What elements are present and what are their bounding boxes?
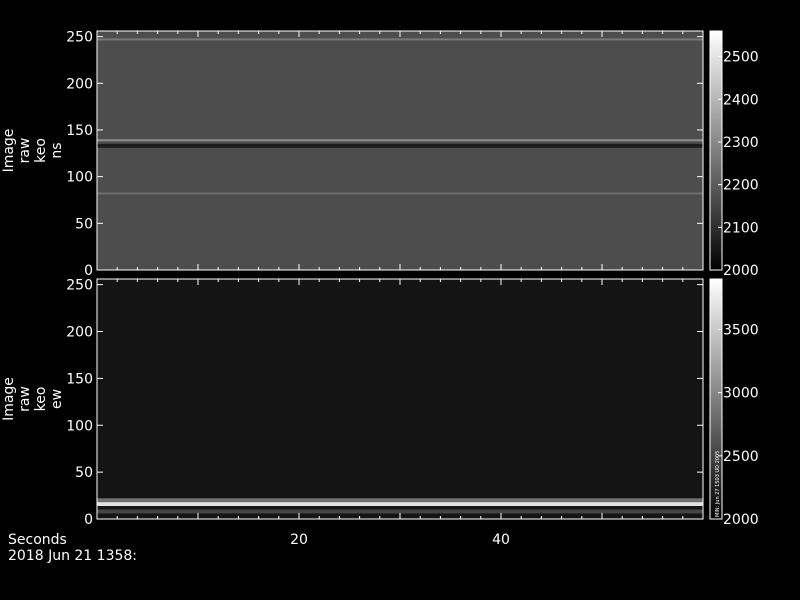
y-tick-label: 150 bbox=[66, 371, 93, 387]
y-axis-label-line: raw bbox=[17, 138, 33, 164]
y-axis-label-line: raw bbox=[17, 386, 33, 412]
colorbar-tick-label: 2500 bbox=[723, 50, 759, 66]
y-tick-label: 50 bbox=[75, 465, 93, 481]
y-axis-label-line: Image bbox=[1, 129, 17, 173]
y-tick-label: 100 bbox=[66, 418, 93, 434]
colorbar bbox=[709, 30, 723, 271]
y-tick-label: 100 bbox=[66, 170, 93, 186]
heatmap-feature-3 bbox=[97, 192, 703, 195]
colorbar-tick-label: 2200 bbox=[723, 178, 759, 194]
colorbar-tick-label: 2000 bbox=[723, 263, 759, 279]
y-tick-label: 50 bbox=[75, 216, 93, 232]
timestamp: 2018 Jun 21 1358: bbox=[8, 548, 137, 564]
heatmap-feature-2 bbox=[97, 498, 703, 503]
y-axis-label-line: keo bbox=[33, 387, 49, 412]
y-tick-label: 0 bbox=[84, 512, 93, 528]
colorbar-tick-label: 2000 bbox=[723, 512, 759, 528]
colorbar-tick-label: 2300 bbox=[723, 135, 759, 151]
heatmap-feature-1 bbox=[97, 139, 703, 142]
y-tick-label: 250 bbox=[66, 278, 93, 294]
x-tick-label: 20 bbox=[290, 532, 308, 548]
y-tick-label: 250 bbox=[66, 30, 93, 46]
x-tick-label: 40 bbox=[492, 532, 510, 548]
y-axis-label-line: keo bbox=[33, 138, 49, 163]
heatmap-feature-1 bbox=[97, 502, 703, 506]
colorbar-tick-label: 2100 bbox=[723, 220, 759, 236]
y-tick-label: 0 bbox=[84, 263, 93, 279]
colorbar-tick-label: 3000 bbox=[723, 386, 759, 402]
colorbar-tick-label: 2400 bbox=[723, 92, 759, 108]
y-axis-label-line: Image bbox=[1, 377, 17, 421]
keogram-figure: 050100150200250Image raw keo ns200021002200… bbox=[1, 30, 759, 564]
x-axis-label: Seconds bbox=[8, 532, 67, 548]
y-tick-label: 200 bbox=[66, 76, 93, 92]
heatmap-background bbox=[97, 279, 703, 519]
y-tick-label: 200 bbox=[66, 325, 93, 341]
heatmap-background bbox=[97, 31, 703, 270]
y-tick-label: 150 bbox=[66, 123, 93, 139]
colorbar-note: MIN: Jun 27 1503 UD 2005 bbox=[715, 451, 721, 517]
y-axis-label-line: ew bbox=[49, 389, 65, 409]
heatmap-feature-2 bbox=[97, 143, 703, 148]
heatmap-feature-3 bbox=[97, 509, 703, 514]
colorbar-tick-label: 2500 bbox=[723, 449, 759, 465]
y-axis-label-line: ns bbox=[49, 142, 65, 158]
heatmap-feature-4 bbox=[97, 38, 703, 41]
colorbar-tick-label: 3500 bbox=[723, 323, 759, 339]
